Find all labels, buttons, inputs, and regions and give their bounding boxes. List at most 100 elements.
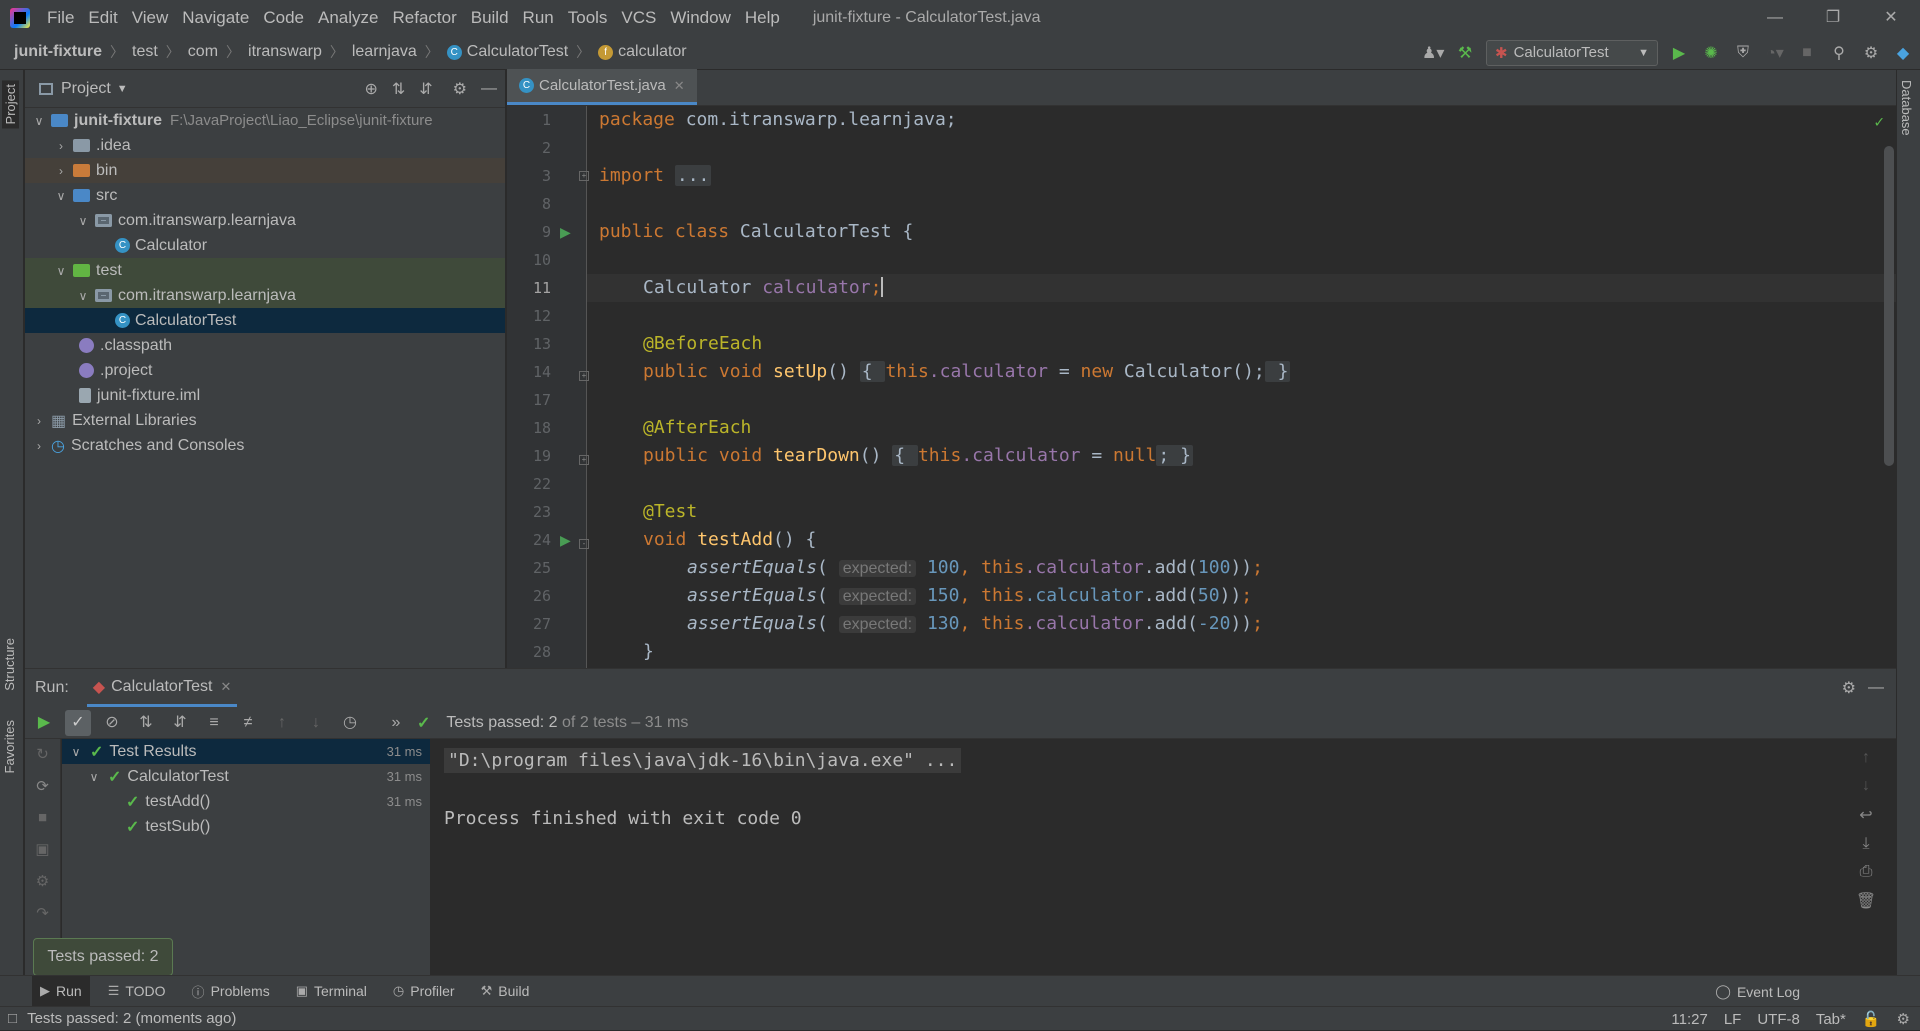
next-failed-icon[interactable]: ↓ (303, 710, 329, 736)
event-log-button[interactable]: ◯ Event Log (1715, 976, 1800, 1007)
indent-setting[interactable]: Tab* (1816, 1011, 1846, 1028)
toggle-tool-windows-icon[interactable]: □ (8, 1010, 17, 1027)
menu-analyze[interactable]: Analyze (311, 8, 385, 28)
console-output[interactable]: "D:\program files\java\jdk-16\bin\java.e… (432, 739, 1836, 976)
collapse-all-icon[interactable]: ≠ (235, 710, 261, 736)
export-icon[interactable]: ↷ (36, 904, 49, 922)
soft-wrap-icon[interactable]: ↩ (1859, 805, 1872, 825)
tree-item-external-libraries[interactable]: › ▦ External Libraries (25, 408, 505, 433)
menu-refactor[interactable]: Refactor (385, 8, 463, 28)
menu-help[interactable]: Help (738, 8, 787, 28)
toggle-auto-test-icon[interactable]: ↻ (36, 745, 49, 763)
chevron-right-icon[interactable]: › (53, 164, 69, 178)
settings-gear-icon[interactable]: ⚙ (1860, 43, 1882, 63)
project-tool-tab[interactable]: Project (2, 80, 19, 129)
chevron-down-icon[interactable]: ∨ (75, 214, 91, 228)
database-tool-tab[interactable]: Database (1899, 80, 1914, 136)
caret-position[interactable]: 11:27 (1671, 1011, 1707, 1028)
search-icon[interactable]: ⚲ (1828, 43, 1850, 63)
chevron-down-icon[interactable]: ∨ (53, 189, 69, 203)
hide-icon[interactable]: — (1868, 679, 1884, 697)
user-icon[interactable]: ♟▾ (1422, 43, 1444, 63)
console-command-line[interactable]: "D:\program files\java\jdk-16\bin\java.e… (444, 747, 1824, 775)
fold-brace[interactable]: } (1264, 361, 1291, 382)
gear-icon[interactable]: ⚙ (1842, 678, 1856, 698)
menu-vcs[interactable]: VCS (614, 8, 663, 28)
tree-item-src-package[interactable]: ∨ com.itranswarp.learnjava (25, 208, 505, 233)
fold-brace[interactable]: ; } (1156, 445, 1193, 466)
tree-item-idea[interactable]: › .idea (25, 133, 505, 158)
minimize-icon[interactable]: — (1746, 0, 1804, 35)
tool-tab-terminal[interactable]: ▣ Terminal (288, 976, 375, 1007)
project-panel-title[interactable]: Project (61, 80, 111, 98)
editor-scrollbar[interactable] (1884, 146, 1894, 466)
toolbox-icon[interactable]: ◆ (1892, 43, 1914, 63)
tool-tab-run[interactable]: ▶ Run (32, 975, 90, 1007)
editor-tab-calculator-test[interactable]: C CalculatorTest.java ✕ (507, 69, 697, 105)
menu-build[interactable]: Build (464, 8, 516, 28)
tree-item-src[interactable]: ∨ src (25, 183, 505, 208)
tree-item-scratches[interactable]: › ◷ Scratches and Consoles (25, 433, 505, 458)
test-row-results[interactable]: ∨ ✓ Test Results 31 ms (62, 739, 430, 764)
no-problems-check-icon[interactable]: ✓ (1874, 112, 1884, 131)
chevron-down-icon[interactable]: ▼ (117, 83, 128, 95)
collapse-all-icon[interactable]: ⇵ (419, 79, 432, 99)
tree-item-test[interactable]: ∨ test (25, 258, 505, 283)
scroll-to-end-icon[interactable]: ⤓ (1862, 835, 1869, 853)
expand-all-icon[interactable]: ≡ (201, 710, 227, 736)
tree-item-test-package[interactable]: ∨ com.itranswarp.learnjava (25, 283, 505, 308)
scroll-up-icon[interactable]: ↑ (1862, 749, 1870, 767)
chevron-right-icon[interactable]: › (31, 414, 47, 428)
chevron-down-icon[interactable]: ∨ (75, 289, 91, 303)
tree-item-bin[interactable]: › bin (25, 158, 505, 183)
breadcrumb-class[interactable]: CalculatorTest (467, 43, 568, 61)
chevron-down-icon[interactable]: ∨ (53, 264, 69, 278)
fold-brace[interactable]: { (859, 361, 886, 382)
chevron-down-icon[interactable]: ∨ (31, 114, 47, 128)
close-icon[interactable]: ✕ (1862, 0, 1920, 35)
folded-imports[interactable]: ... (674, 165, 712, 186)
profile-icon[interactable]: ◔▾ (1764, 43, 1786, 63)
code-area[interactable]: package com.itranswarp.learnjava; import… (587, 106, 1896, 668)
menu-edit[interactable]: Edit (81, 8, 124, 28)
more-icon[interactable]: » (383, 710, 409, 736)
inspector-icon[interactable]: ⚙ (1897, 1010, 1910, 1028)
chevron-right-icon[interactable]: › (53, 139, 69, 153)
tool-tab-build[interactable]: ⚒ Build (473, 976, 538, 1007)
previous-failed-icon[interactable]: ↑ (269, 710, 295, 736)
tool-tab-problems[interactable]: ⓘ Problems (184, 976, 278, 1007)
run-test-class-gutter-icon[interactable]: ▶ (560, 224, 571, 241)
chevron-down-icon[interactable]: ∨ (68, 745, 84, 759)
locate-icon[interactable]: ⊕ (364, 79, 377, 99)
breadcrumb-com[interactable]: com (188, 43, 218, 61)
breadcrumb-project[interactable]: junit-fixture (14, 43, 102, 61)
camera-icon[interactable]: ▣ (35, 840, 49, 858)
tree-item-calculator[interactable]: C Calculator (25, 233, 505, 258)
debug-icon[interactable]: ✺ (1700, 43, 1722, 63)
show-passed-icon[interactable]: ✓ (65, 709, 91, 736)
gear-icon[interactable]: ⚙ (453, 79, 467, 99)
tool-tab-profiler[interactable]: ◷ Profiler (385, 976, 463, 1007)
tree-item-calculator-test[interactable]: C CalculatorTest (25, 308, 505, 333)
tree-item-iml[interactable]: junit-fixture.iml (25, 383, 505, 408)
sort-alphabetically-icon[interactable]: ⇅ (133, 710, 159, 736)
build-hammer-icon[interactable]: ⚒ (1454, 43, 1476, 63)
file-encoding[interactable]: UTF-8 (1757, 1011, 1800, 1028)
tree-item-classpath[interactable]: .classpath (25, 333, 505, 358)
hide-icon[interactable]: — (481, 80, 497, 98)
menu-code[interactable]: Code (256, 8, 311, 28)
breadcrumb-itranswarp[interactable]: itranswarp (248, 43, 322, 61)
history-icon[interactable]: ◷ (337, 710, 363, 736)
run-tab-calculator-test[interactable]: ◆ CalculatorTest ✕ (86, 669, 238, 707)
print-icon[interactable]: ⎙ (1860, 863, 1873, 881)
coverage-icon[interactable]: ⛨ (1732, 44, 1754, 62)
scroll-down-icon[interactable]: ↓ (1862, 777, 1870, 795)
chevron-down-icon[interactable]: ∨ (86, 770, 102, 784)
lock-icon[interactable]: 🔓 (1862, 1010, 1881, 1028)
line-gutter[interactable]: 1 2 3 8 9 10 11 12 13 14 17 18 19 22 23 … (507, 106, 589, 668)
test-row-testsub[interactable]: ✓ testSub() (62, 814, 430, 839)
stop-icon[interactable]: ■ (1796, 44, 1818, 62)
test-row-class[interactable]: ∨ ✓ CalculatorTest 31 ms (62, 764, 430, 789)
tree-root[interactable]: ∨ junit-fixture F:\JavaProject\Liao_Eclip… (25, 108, 505, 133)
menu-file[interactable]: File (40, 8, 81, 28)
